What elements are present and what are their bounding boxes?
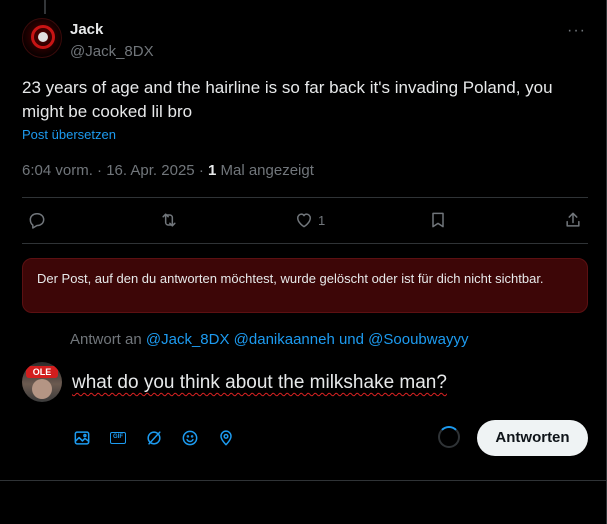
views-count: 1 [207, 162, 217, 179]
character-progress-ring [438, 426, 460, 448]
meta-separator: · [97, 162, 107, 179]
reply-input[interactable]: what do you think about the milkshake ma… [72, 371, 572, 395]
share-icon[interactable] [563, 208, 583, 232]
translate-link[interactable]: Post übersetzen [22, 127, 116, 142]
mention-link[interactable]: @Jack_8DX [146, 331, 230, 348]
post-time[interactable]: 6:04 vorm. [22, 162, 93, 179]
like-icon [297, 213, 311, 228]
meta-separator: · [198, 162, 208, 179]
composer-toolbar: GIF [70, 424, 250, 452]
action-bar: 1 [22, 198, 588, 244]
post-meta: 6:04 vorm. · 16. Apr. 2025 · 1 Mal angez… [22, 162, 314, 179]
post-text: 23 years of age and the hairline is so f… [22, 78, 553, 121]
author-handle[interactable]: @Jack_8DX [70, 43, 154, 60]
image-icon[interactable] [72, 428, 92, 448]
more-options-icon[interactable]: ··· [567, 22, 586, 40]
mention-link[interactable]: @Sooubwayyy [368, 331, 468, 348]
gif-icon[interactable]: GIF [108, 428, 128, 448]
divider [0, 480, 606, 481]
reply-submit-button[interactable]: Antworten [477, 420, 588, 456]
author-avatar[interactable] [22, 18, 62, 58]
author-name[interactable]: Jack [70, 21, 103, 38]
post-header: Jack @Jack_8DX ··· [22, 16, 592, 64]
avatar-core [38, 32, 48, 42]
thread-line [44, 0, 46, 14]
grok-icon[interactable] [144, 428, 164, 448]
location-icon[interactable] [216, 428, 236, 448]
gif-glyph: GIF [110, 432, 126, 444]
emoji-icon[interactable] [180, 428, 200, 448]
replying-to: Antwort an @Jack_8DX @danikaanneh und @S… [70, 331, 468, 348]
repost-icon[interactable] [159, 208, 179, 232]
replying-to-prefix: Antwort an [70, 331, 142, 348]
mention-link[interactable]: @danikaanneh [234, 331, 335, 348]
like-count: 1 [318, 212, 326, 228]
mention-conjunction[interactable]: und [339, 331, 364, 348]
divider [22, 243, 588, 244]
like-button[interactable]: 1 [294, 208, 325, 232]
avatar-label: OLE [26, 366, 58, 378]
bookmark-icon[interactable] [428, 208, 448, 232]
reply-icon[interactable] [27, 208, 47, 232]
post-date[interactable]: 16. Apr. 2025 [106, 162, 194, 179]
avatar-face [32, 379, 52, 399]
deleted-post-notice: Der Post, auf den du antworten möchtest,… [22, 258, 588, 313]
views-label: Mal angezeigt [220, 162, 314, 179]
user-avatar[interactable]: OLE [22, 362, 62, 402]
